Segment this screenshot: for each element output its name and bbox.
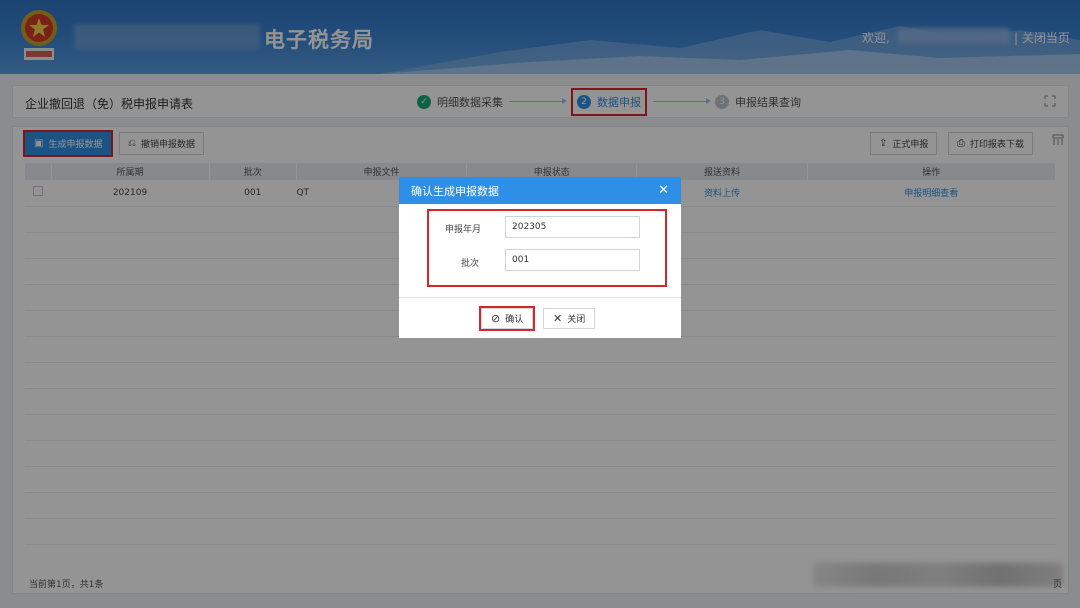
close-button[interactable]: ✕ 关闭 — [543, 308, 596, 329]
dialog-title: 确认生成申报数据 — [411, 184, 499, 198]
confirm-button[interactable]: ⊘ 确认 — [478, 306, 536, 331]
dialog-divider — [399, 297, 681, 298]
close-label: 关闭 — [567, 315, 586, 325]
check-circle-icon: ⊘ — [491, 312, 501, 325]
confirm-label: 确认 — [505, 315, 524, 325]
month-label: 申报年月 — [445, 225, 482, 235]
dialog-header: 确认生成申报数据 ✕ — [399, 177, 681, 204]
close-icon[interactable]: ✕ — [658, 183, 669, 198]
batch-label: 批次 — [461, 259, 480, 269]
month-input[interactable] — [505, 216, 640, 238]
confirm-generate-dialog: 确认生成申报数据 ✕ 申报年月 批次 ⊘ 确认 ✕ 关闭 — [399, 177, 681, 338]
batch-input[interactable] — [505, 249, 640, 271]
x-icon: ✕ — [553, 312, 563, 325]
